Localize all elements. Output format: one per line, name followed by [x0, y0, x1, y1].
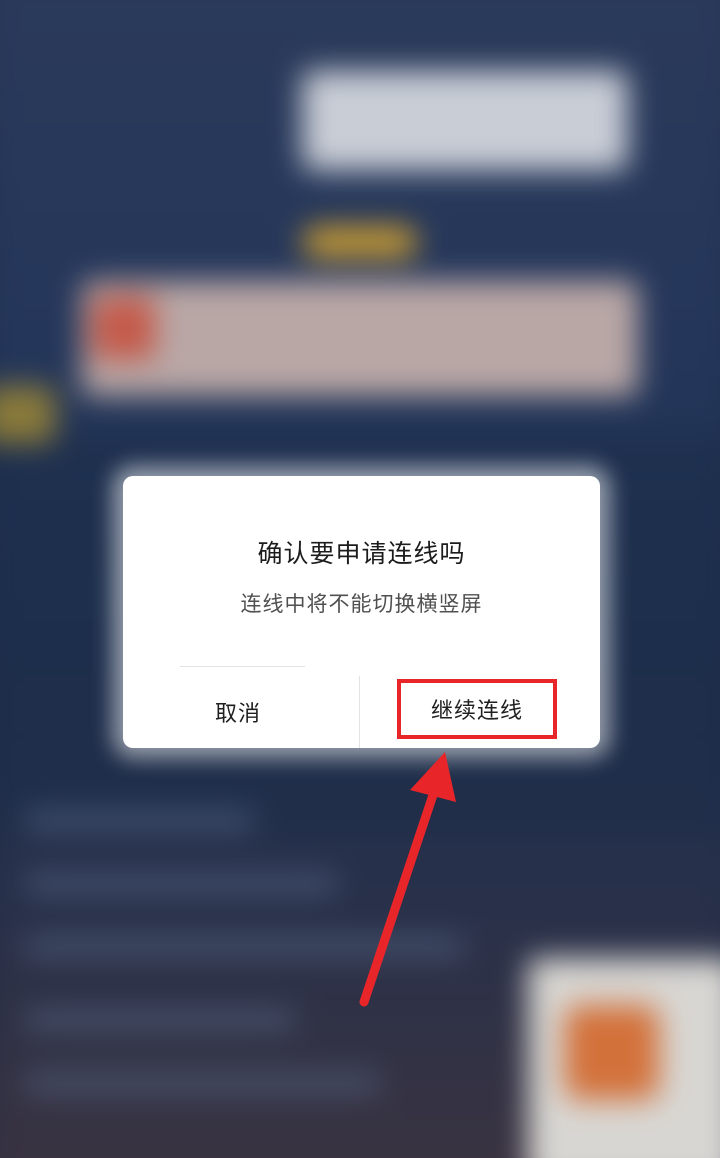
background-pill — [302, 226, 418, 258]
background-thumbnail — [92, 296, 156, 360]
confirm-link-dialog: 确认要申请连线吗 连线中将不能切换横竖屏 取消 继续连线 — [123, 476, 600, 748]
background-shape — [0, 385, 56, 444]
annotation-arrow-icon — [359, 752, 456, 1007]
button-divider — [359, 676, 360, 748]
background-row — [24, 1073, 381, 1093]
dialog-title: 确认要申请连线吗 — [257, 539, 466, 568]
continue-link-button[interactable]: 继续连线 — [397, 679, 557, 739]
background-row — [24, 1010, 298, 1030]
background-card — [81, 280, 639, 397]
background-card — [302, 70, 628, 171]
background-app-icon — [564, 1005, 660, 1100]
cancel-button[interactable]: 取消 — [163, 680, 313, 744]
background-row — [24, 874, 339, 893]
dialog-message: 连线中将不能切换横竖屏 — [240, 592, 483, 616]
dialog-divider — [180, 666, 305, 667]
background-row — [24, 811, 256, 830]
